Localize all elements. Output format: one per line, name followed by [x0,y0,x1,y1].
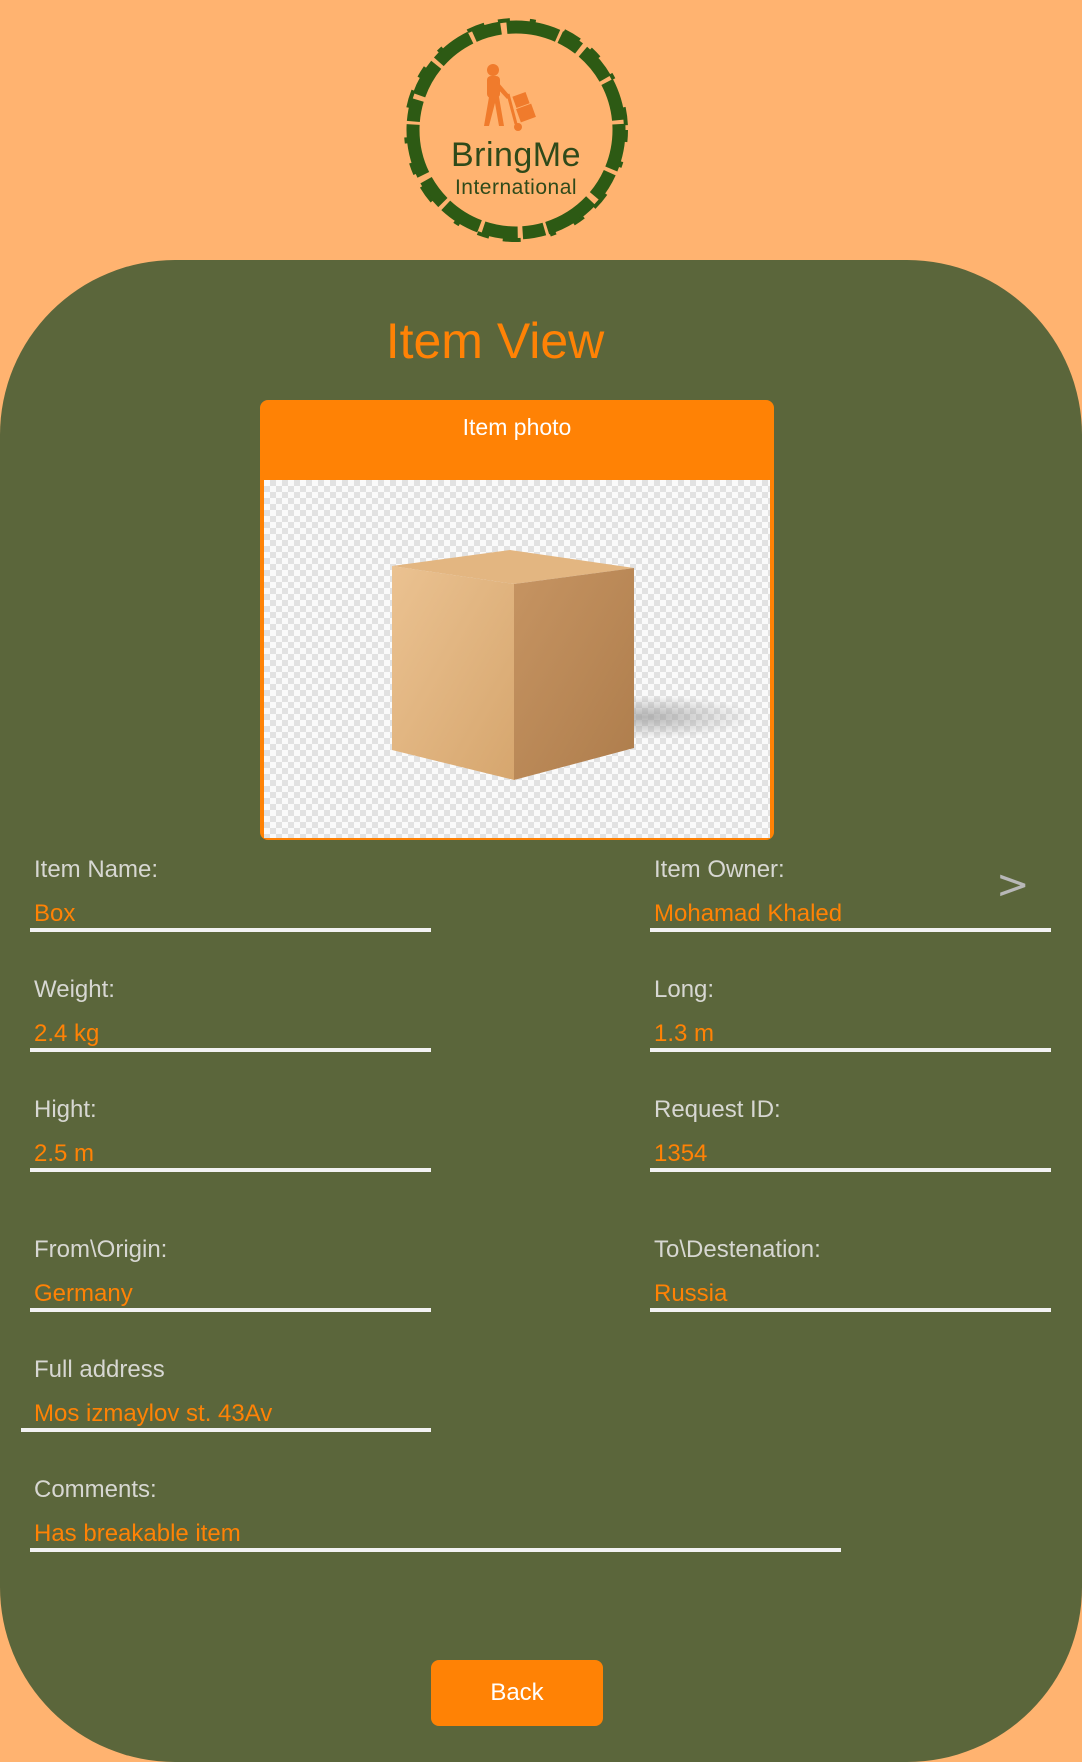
weight-value: 2.4 kg [34,1020,100,1047]
request-id-underline [650,1168,1051,1172]
logo-brand-text: BringMe [450,136,582,174]
item-name-label: Item Name: [34,856,159,883]
full-address-field: Full address Mos izmaylov st. 43Av [34,1356,272,1428]
weight-label: Weight: [34,976,115,1003]
origin-label: From\Origin: [34,1236,168,1263]
full-address-value: Mos izmaylov st. 43Av [34,1400,273,1427]
long-label: Long: [654,976,715,1003]
long-underline [650,1048,1051,1052]
item-owner-label: Item Owner: [654,856,785,883]
hight-underline [30,1168,431,1172]
hight-field: Hight: 2.5 m [34,1096,97,1168]
item-name-underline [30,928,431,932]
weight-underline [30,1048,431,1052]
item-photo-card: Item photo [260,400,774,840]
request-id-field: Request ID: 1354 [654,1096,781,1168]
item-photo-label: Item photo [462,414,572,440]
long-value: 1.3 m [654,1020,715,1047]
origin-underline [30,1308,431,1312]
destination-field: To\Destenation: Russia [654,1236,821,1308]
long-field: Long: 1.3 m [654,976,714,1048]
delivery-person-icon [484,64,536,131]
item-owner-field: Item Owner: Mohamad Khaled [654,856,842,928]
comments-label: Comments: [34,1476,157,1503]
item-owner-value: Mohamad Khaled [654,900,843,927]
destination-underline [650,1308,1051,1312]
comments-field: Comments: Has breakable item [34,1476,241,1548]
origin-field: From\Origin: Germany [34,1236,167,1308]
full-address-label: Full address [34,1356,165,1383]
comments-value: Has breakable item [34,1520,241,1547]
hight-value: 2.5 m [34,1140,95,1167]
destination-label: To\Destenation: [654,1236,821,1263]
hight-label: Hight: [34,1096,97,1123]
item-photo [264,480,770,838]
page-title: Item View [385,313,605,369]
owner-details-chevron-icon[interactable]: > [996,862,1030,908]
logo: BringMe International [396,8,636,253]
request-id-value: 1354 [654,1140,708,1167]
destination-value: Russia [654,1280,728,1307]
logo-sub-text: International [454,176,578,199]
weight-field: Weight: 2.4 kg [34,976,115,1048]
full-address-underline [21,1428,431,1432]
cardboard-box-image [392,550,754,780]
item-name-value: Box [34,900,76,927]
origin-value: Germany [34,1280,133,1307]
item-owner-underline [650,928,1051,932]
back-button[interactable]: Back [431,1660,603,1726]
comments-underline [30,1548,841,1552]
request-id-label: Request ID: [654,1096,781,1123]
item-name-field: Item Name: Box [34,856,158,928]
logo-ring [404,18,628,242]
